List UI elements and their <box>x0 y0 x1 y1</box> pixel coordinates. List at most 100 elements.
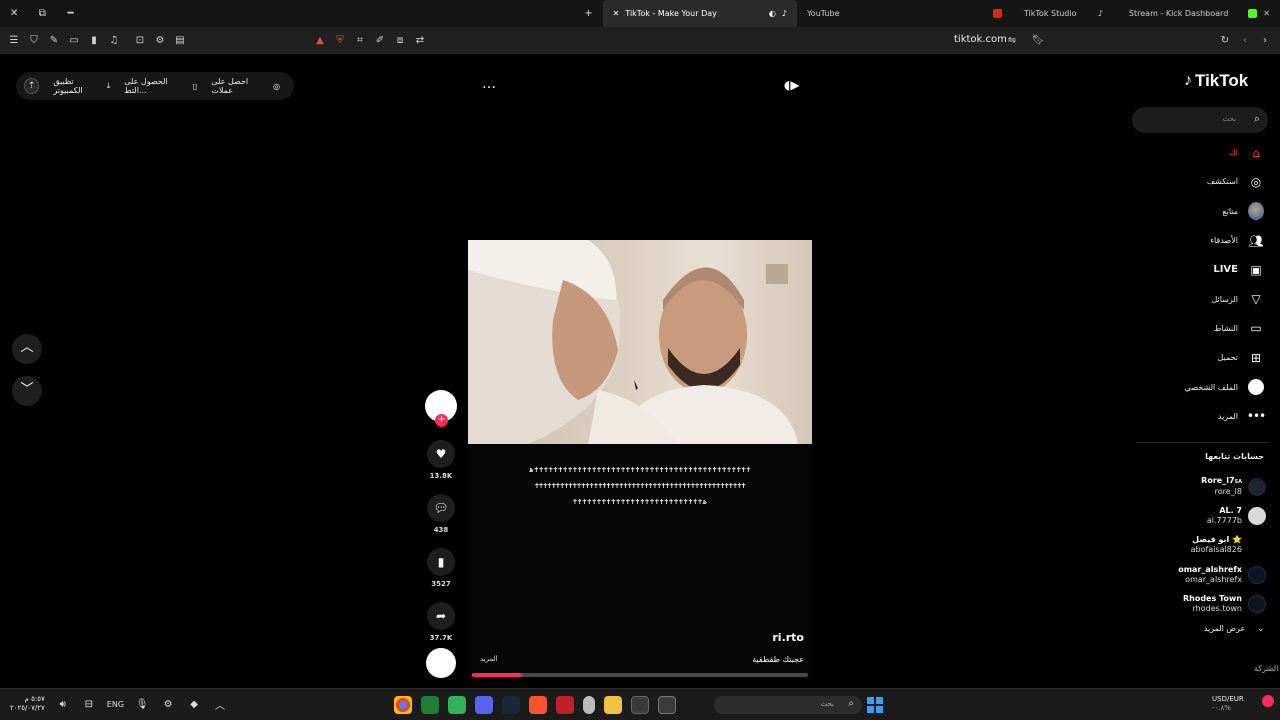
search-icon[interactable]: ⌕ <box>1254 112 1260 126</box>
sidebar-item-more[interactable]: المزيد ••• <box>1140 402 1270 431</box>
get-coins-label: احصل على عملات <box>211 77 249 95</box>
bookmark-icon[interactable]: ▮ <box>427 548 455 576</box>
like-action[interactable]: ♥ 13.8K <box>423 440 459 480</box>
store-icon[interactable] <box>631 696 649 714</box>
following-account[interactable]: omar_alshrefx omar_alshrefx <box>1140 560 1270 589</box>
tab-tiktok-studio[interactable]: TikTok Studio <box>930 0 1087 27</box>
comment-icon[interactable]: 💬︎ <box>427 494 455 522</box>
tiktok-logo[interactable]: ♪ TikTok <box>1184 71 1248 91</box>
translate-icon[interactable]: ⇄ <box>410 35 430 46</box>
chrome-icon[interactable] <box>394 696 412 714</box>
close-window-icon[interactable]: ✕ <box>0 8 28 19</box>
share-action[interactable]: ➦ 37.7K <box>423 602 459 642</box>
clock[interactable]: ٥:٥٧ م ٢٠٢٥/٠٧/٢٧ <box>10 695 45 713</box>
tab-youtube[interactable]: YouTube <box>797 0 930 27</box>
menu-icon[interactable]: ☰ <box>4 35 24 46</box>
speaker-icon[interactable]: 🔊︎ <box>55 696 71 712</box>
desktop-app-link[interactable]: تطبيق الكمبيوتر ⤓ <box>53 77 110 95</box>
tab-kick-favicon[interactable]: ✕ <box>1238 0 1280 27</box>
following-account[interactable]: AL. 7 al.7777b <box>1140 501 1270 530</box>
edit-icon[interactable]: ✎ <box>44 35 64 46</box>
heart-icon[interactable]: ♥ <box>427 440 455 468</box>
show-more-accounts-button[interactable]: عرض المزيد ⌄ <box>1150 624 1264 633</box>
close-tab-icon[interactable]: ✕ <box>613 9 620 18</box>
get-coins-link[interactable]: احصل على عملات ◎ <box>211 77 280 95</box>
discord-icon[interactable] <box>475 696 493 714</box>
save-action[interactable]: ▮ 3527 <box>423 548 459 588</box>
bookmark-icon[interactable]: 🔖︎ <box>1028 35 1048 46</box>
shield-icon[interactable]: ⛉ <box>24 35 44 46</box>
previous-video-button[interactable]: ︿ <box>12 334 42 364</box>
microphone-icon[interactable]: 🎙︎ <box>134 696 150 712</box>
sidebar-item-following[interactable]: متابَع <box>1140 197 1270 226</box>
sidebar-item-for-you[interactable]: لك ⌂ <box>1140 138 1270 167</box>
brave-shields-icon[interactable]: ⛨ <box>330 35 350 46</box>
video-author[interactable]: ri.rto <box>730 631 804 644</box>
back-icon[interactable]: ‹ <box>1235 35 1255 46</box>
reader-icon[interactable]: ▤ <box>170 35 190 46</box>
address-bar[interactable]: tiktok.com <box>954 34 1007 45</box>
music-disc-icon[interactable] <box>426 648 456 678</box>
description-more-link[interactable]: المزيد <box>480 655 498 663</box>
sidebar-item-activity[interactable]: النشاط ▭ <box>1140 314 1270 343</box>
next-video-button[interactable]: ﹀ <box>12 376 42 406</box>
video-player[interactable] <box>468 240 812 444</box>
company-link[interactable]: الشركة <box>1254 664 1278 673</box>
video-progress-bar[interactable] <box>472 673 808 677</box>
steam-tray-icon[interactable]: ⚙ <box>160 696 176 712</box>
sidebar-item-explore[interactable]: استكشف ◎ <box>1140 167 1270 196</box>
get-app-link[interactable]: الحصول على التط... ▯ <box>124 77 197 95</box>
follow-plus-icon[interactable]: + <box>435 414 448 427</box>
task-view-icon[interactable] <box>658 696 676 714</box>
app-tray-icon[interactable]: ◆ <box>186 696 202 712</box>
tab-tiktok[interactable]: ✕ TikTok - Make Your Day ◐ ♪ <box>602 0 797 27</box>
app-green-icon[interactable] <box>421 696 439 714</box>
brave-rewards-icon[interactable]: ▲ <box>310 35 330 46</box>
brave-icon[interactable] <box>529 696 547 714</box>
steam-icon[interactable] <box>502 696 520 714</box>
account-icon[interactable]: ⇡ <box>24 78 40 94</box>
volume-icon[interactable]: ◖▶ <box>784 78 800 92</box>
creator-avatar[interactable]: + <box>425 390 457 427</box>
video-more-options-icon[interactable]: … <box>482 76 497 92</box>
sidebar-item-upload[interactable]: تحميل ⊞ <box>1140 343 1270 372</box>
mouse-app-icon[interactable] <box>583 696 595 714</box>
file-explorer-icon[interactable] <box>604 696 622 714</box>
sidebar-item-messages[interactable]: الرسائل ▽ <box>1140 284 1270 313</box>
site-settings-icon[interactable]: ⇋ <box>1002 35 1022 46</box>
language-indicator[interactable]: ENG <box>107 700 124 709</box>
sidebar-item-profile[interactable]: الملف الشخصي <box>1140 372 1270 401</box>
share-icon[interactable]: ➦ <box>427 602 455 630</box>
sidebar-item-live[interactable]: LIVE ▣ <box>1140 255 1270 284</box>
following-account[interactable]: ابو فيصل ⭐ abofaisal826 <box>1140 531 1270 560</box>
whatsapp-icon[interactable] <box>448 696 466 714</box>
show-hidden-icons-icon[interactable]: ︿ <box>212 696 228 712</box>
currency-widget[interactable]: USD/EUR -٠.٨% <box>1212 695 1244 713</box>
mute-icon[interactable]: ◐ <box>769 9 776 18</box>
tab-kick-dashboard[interactable]: ♪ Stream - Kick Dashboard <box>1086 0 1238 27</box>
forward-icon[interactable]: › <box>1255 35 1275 46</box>
reload-icon[interactable]: ↻ <box>1215 35 1235 46</box>
new-tab-icon[interactable]: + <box>574 8 602 19</box>
crop-icon[interactable]: ⌗ <box>350 35 370 46</box>
taskbar-search-input[interactable]: بحث ⌕ <box>714 696 862 714</box>
tab-strip-icon[interactable]: ━ <box>57 8 85 19</box>
sidebar-item-friends[interactable]: الأصدقاء 👥︎ <box>1140 226 1270 255</box>
windows-start-icon[interactable] <box>867 697 883 713</box>
close-tab-icon[interactable]: ✕ <box>1263 9 1270 18</box>
notification-badge[interactable] <box>1262 695 1274 707</box>
picture-in-picture-icon[interactable]: ⧈ <box>390 35 410 46</box>
following-account[interactable]: Rhodes Town rhodes.town <box>1140 589 1270 618</box>
workspace-icon[interactable]: ⧉ <box>28 8 56 19</box>
following-account[interactable]: Rore_l7SA rore_l8 <box>1140 472 1270 501</box>
tabs-icon[interactable]: ▭ <box>64 35 84 46</box>
screenshot-icon[interactable]: ⊡ <box>130 35 150 46</box>
network-icon[interactable]: ⊟ <box>81 696 97 712</box>
music-icon[interactable]: ♫ <box>104 35 124 46</box>
app-red-icon[interactable] <box>556 696 574 714</box>
search-input[interactable]: بحث ⌕ <box>1132 107 1268 133</box>
sidebar-icon[interactable]: ▮ <box>84 35 104 46</box>
extensions-icon[interactable]: ⚙ <box>150 35 170 46</box>
pen-icon[interactable]: ✐ <box>370 35 390 46</box>
comment-action[interactable]: 💬︎ 438 <box>423 494 459 534</box>
